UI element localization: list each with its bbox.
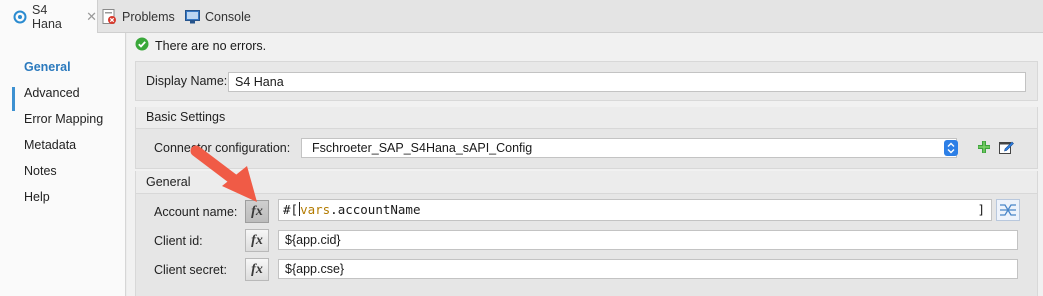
annotation-arrow-icon — [190, 145, 257, 202]
